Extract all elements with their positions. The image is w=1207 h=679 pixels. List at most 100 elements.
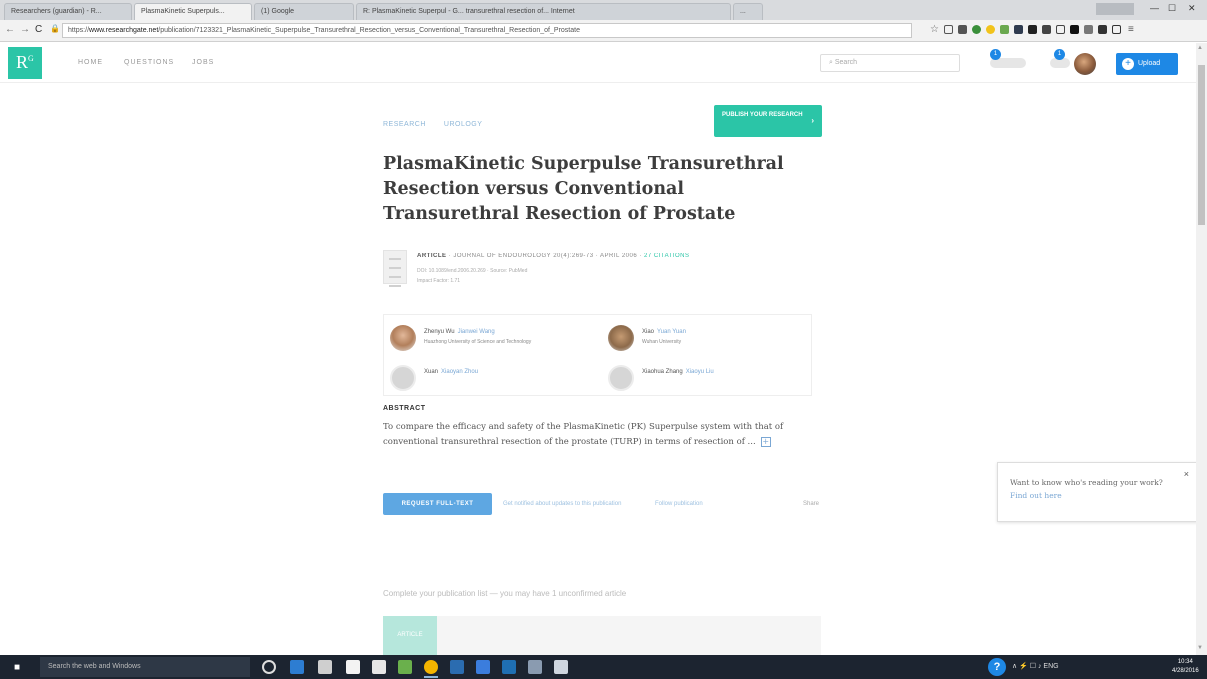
impact-factor: Impact Factor: 1.71 (417, 278, 461, 284)
avatar (608, 325, 634, 351)
researchgate-logo[interactable]: RG (8, 47, 42, 79)
card-thumbnail: ARTICLE (383, 616, 437, 656)
pdf-thumbnail[interactable] (383, 250, 407, 287)
extension-icon[interactable] (1028, 25, 1037, 34)
cortana-icon[interactable] (262, 660, 276, 674)
profile-chip[interactable] (1096, 3, 1134, 15)
logo-sup: G (28, 54, 34, 63)
app-icon[interactable] (502, 660, 516, 674)
article-journal[interactable]: JOURNAL OF ENDOUROLOGY 20(4):269-73 · AP… (453, 253, 637, 259)
avatar (390, 365, 416, 391)
extension-icon[interactable] (1098, 25, 1107, 34)
browser-tab-active[interactable]: PlasmaKinetic Superpuls... (134, 3, 252, 20)
extension-icon[interactable] (1112, 25, 1121, 34)
close-icon[interactable]: × (1184, 468, 1189, 481)
search-input[interactable]: ⌕ Search (820, 54, 960, 72)
publish-research-button[interactable]: PUBLISH YOUR RESEARCH › (714, 105, 822, 137)
upload-button[interactable]: + Upload (1116, 53, 1178, 75)
user-avatar[interactable] (1074, 53, 1096, 75)
page-title: PlasmaKinetic Superpulse Transurethral R… (383, 154, 784, 224)
close-window-button[interactable]: ✕ (1188, 3, 1196, 14)
extension-icon[interactable] (1070, 25, 1079, 34)
extension-icon[interactable] (1014, 25, 1023, 34)
explorer-icon[interactable] (372, 660, 386, 674)
nav-jobs[interactable]: JOBS (192, 59, 214, 66)
browser-tab[interactable]: R: PlasmaKinetic Superpul - G... transur… (356, 3, 731, 20)
search-placeholder: Search (834, 59, 858, 66)
extension-icon[interactable] (1056, 25, 1065, 34)
browser-toolbar: ← → C 🔒 https://www.researchgate.net/pub… (0, 20, 1207, 42)
author-name: Jianwei Wang (457, 329, 495, 335)
abstract-text: To compare the efficacy and safety of th… (383, 422, 784, 447)
taskbar-search[interactable]: Search the web and Windows (40, 657, 250, 677)
abstract-body: To compare the efficacy and safety of th… (383, 420, 815, 450)
extension-icon[interactable] (944, 25, 953, 34)
author-card[interactable]: Xiao Yuan Yuan Wuhan University (604, 319, 814, 355)
author-card[interactable]: Xiaohua Zhang Xiaoyu Liu (604, 359, 814, 395)
follow-publication-link[interactable]: Follow publication (655, 501, 703, 507)
reload-icon[interactable]: C (35, 24, 42, 35)
menu-icon[interactable]: ≡ (1128, 24, 1134, 35)
avatar (390, 325, 416, 351)
toast-link[interactable]: Find out here (1010, 491, 1062, 500)
toast-text: Want to know who's reading your work? (1010, 478, 1163, 487)
browser-tab[interactable]: ... (733, 3, 763, 20)
page-scrollbar[interactable]: ▲ ▼ (1196, 43, 1207, 655)
back-icon[interactable]: ← (5, 24, 15, 35)
extension-icon[interactable] (958, 25, 967, 34)
scroll-up-icon[interactable]: ▲ (1197, 45, 1203, 51)
breadcrumb-urology[interactable]: UROLOGY (444, 121, 483, 128)
extension-icon[interactable] (986, 25, 995, 34)
scroll-down-icon[interactable]: ▼ (1197, 645, 1203, 651)
taskbar-clock[interactable]: 10:34 4/28/2016 (1172, 658, 1199, 676)
system-tray[interactable]: ∧ ⚡ ☐ ♪ ENG (1012, 662, 1059, 670)
extension-icon[interactable] (1042, 25, 1051, 34)
task-view-icon[interactable] (318, 660, 332, 674)
app-icon[interactable] (476, 660, 490, 674)
browser-tab[interactable]: Researchers (guardian) - R... (4, 3, 132, 20)
share-link[interactable]: Share (803, 501, 819, 507)
clock-date: 4/28/2016 (1172, 668, 1199, 674)
citations-count[interactable]: 27 CITATIONS (644, 253, 689, 259)
windows-taskbar: ■ Search the web and Windows ? ∧ ⚡ ☐ ♪ E… (0, 655, 1207, 679)
suggested-publication-card[interactable]: ARTICLE (383, 616, 821, 656)
author-name: Yuan Yuan (657, 329, 686, 335)
forward-icon[interactable]: → (20, 24, 30, 35)
windows-start-icon[interactable]: ■ (14, 662, 20, 673)
browser-tab[interactable]: (1) Google (254, 3, 354, 20)
extension-icon[interactable] (1084, 25, 1093, 34)
edge-icon[interactable] (290, 660, 304, 674)
request-full-text-button[interactable]: REQUEST FULL-TEXT (383, 493, 492, 515)
extension-icon[interactable] (1000, 25, 1009, 34)
excel-icon[interactable] (398, 660, 412, 674)
extension-icon[interactable] (972, 25, 981, 34)
nav-home[interactable]: HOME (78, 59, 103, 66)
minimize-button[interactable]: — (1150, 3, 1159, 13)
help-icon[interactable]: ? (988, 658, 1006, 676)
author-prefix: Xiao (642, 329, 655, 335)
address-host: www.researchgate.net (89, 27, 159, 34)
maximize-button[interactable]: ☐ (1168, 3, 1176, 14)
chevron-right-icon: › (811, 116, 814, 125)
upload-label: Upload (1138, 60, 1161, 67)
store-icon[interactable] (346, 660, 360, 674)
author-card[interactable]: Xuan Xiaoyan Zhou (386, 359, 596, 395)
app-icon[interactable] (554, 660, 568, 674)
nav-questions[interactable]: QUESTIONS (124, 59, 174, 66)
author-name: Xiaoyan Zhou (441, 369, 479, 375)
app-icon[interactable] (528, 660, 542, 674)
expand-abstract-button[interactable]: + (760, 436, 771, 447)
chrome-icon[interactable] (424, 660, 438, 678)
word-icon[interactable] (450, 660, 464, 674)
author-prefix: Xiaohua Zhang (642, 369, 683, 375)
author-affiliation: Wuhan University (642, 339, 682, 345)
notification-badge: 1 (990, 49, 1001, 60)
browser-tabstrip: Researchers (guardian) - R... PlasmaKine… (0, 0, 1207, 20)
bookmark-star-icon[interactable]: ☆ (930, 24, 939, 35)
suggestion-heading: Complete your publication list — you may… (383, 589, 627, 598)
address-bar[interactable]: https://www.researchgate.net/publication… (62, 23, 912, 38)
author-card[interactable]: Zhenyu Wu Jianwei Wang Huazhong Universit… (386, 319, 596, 355)
breadcrumb-research[interactable]: RESEARCH (383, 121, 426, 128)
scroll-thumb[interactable] (1198, 65, 1205, 225)
follow-updates-link[interactable]: Get notified about updates to this publi… (503, 501, 621, 507)
